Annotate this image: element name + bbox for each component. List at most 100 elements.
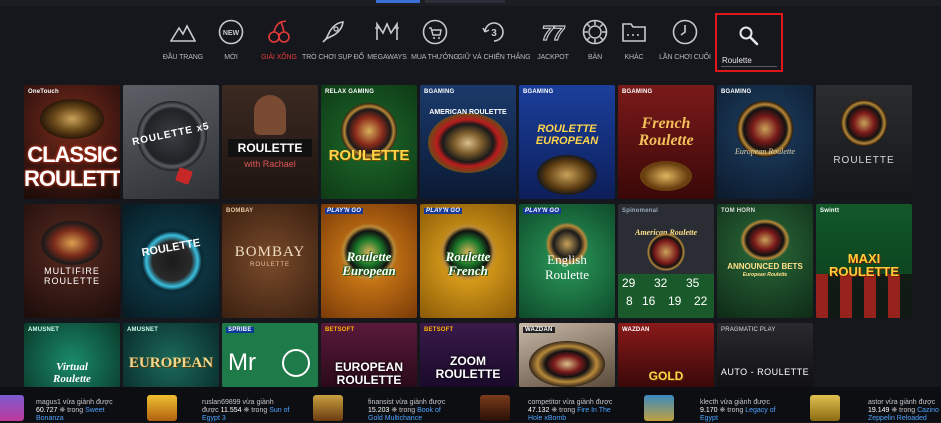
game-tile[interactable]: BGAMING ROULETTE EUROPEAN	[519, 85, 615, 199]
top-tab-indicator[interactable]	[376, 0, 420, 3]
board-number: 22	[694, 294, 708, 308]
game-subtitle: ROULETTE	[249, 262, 290, 268]
ticker-game-thumb[interactable]	[644, 395, 674, 421]
search-panel[interactable]	[715, 13, 783, 72]
game-title: ANNOUNCED BETS	[727, 262, 803, 271]
roulette-wheel-image	[40, 220, 104, 266]
ticker-amount: 11.554	[220, 407, 242, 414]
game-tile[interactable]: ROULETTE with Rachael	[222, 85, 318, 199]
ticker-mid: trong	[557, 407, 578, 414]
game-tile[interactable]: Swintt MAXI ROULETTE	[816, 204, 912, 318]
game-tile[interactable]: BGAMING French Roulette	[618, 85, 714, 199]
game-title: ROULETTE	[833, 155, 895, 166]
game-tile[interactable]: AMUSNET EUROPEAN	[123, 323, 219, 387]
ticker-win: klecth vừa giành được 9.170 ❋ trong Lega…	[700, 399, 776, 423]
number-board: 29 32 35 8 16 19 22	[618, 274, 714, 318]
game-tile[interactable]: ROULETTE	[816, 85, 912, 199]
nav-item-label: JACKPOT	[537, 54, 569, 61]
game-tile[interactable]: BGAMING AMERICAN ROULETTE	[420, 85, 516, 199]
search-icon[interactable]	[738, 25, 760, 52]
game-tile[interactable]: OneTouch CLASSIC ROULETTE	[24, 85, 120, 199]
ticker-game-link[interactable]: Fire In The	[577, 407, 611, 414]
ticker-game-thumb[interactable]	[810, 395, 840, 421]
game-brand: OneTouch	[28, 89, 59, 95]
game-tile[interactable]: PLAY'N GO Roulette French	[420, 204, 516, 318]
board-number: 8	[626, 294, 633, 308]
game-tile[interactable]: PRAGMATIC PLAY AUTO - ROULETTE	[717, 323, 813, 387]
game-tile[interactable]: MULTIFIRE ROULETTE	[24, 204, 120, 318]
folder-icon	[620, 18, 648, 46]
search-input[interactable]	[721, 55, 777, 67]
game-tile[interactable]: WAZDAN GOLD	[618, 323, 714, 387]
game-tile[interactable]: BGAMING European Roulette	[717, 85, 813, 199]
dice-image	[175, 167, 193, 185]
winners-ticker: magus1 vừa giành được 60.727 ❋ trong Swe…	[0, 387, 941, 422]
game-title: GOLD	[648, 369, 684, 383]
ticker-game-thumb[interactable]	[0, 395, 24, 421]
ticker-game-thumb[interactable]	[480, 395, 510, 421]
ticker-line: finansist vừa giành được	[368, 399, 446, 406]
game-brand: BOMBAY	[226, 208, 254, 214]
nav-item-label: GIẢI XỔNG	[261, 54, 297, 61]
game-tile[interactable]: ROULETTE	[123, 204, 219, 318]
nav-item-label: LẦN CHƠI CUỐI	[659, 54, 711, 61]
nav-item-megaways[interactable]: MEGAWAYS	[364, 18, 410, 70]
nav-item-hold-and-win[interactable]: 3 GIỮ VÀ CHIẾN THẮNG	[457, 18, 531, 70]
nav-item-label: GIỮ VÀ CHIẾN THẮNG	[457, 54, 531, 61]
ticker-game-link[interactable]: Legacy of	[745, 407, 775, 414]
ticker-win: ruslan69899 vừa giành được 11.554 ❋ tron…	[202, 399, 289, 423]
nav-item-table[interactable]: BÀN	[578, 18, 612, 70]
game-tile[interactable]: PLAY'N GO Roulette European	[321, 204, 417, 318]
game-tile[interactable]: AMUSNET Virtual Roulette	[24, 323, 120, 387]
ticker-mid: trong	[725, 407, 746, 414]
game-tile[interactable]: BETSOFT ZOOM ROULETTE	[420, 323, 516, 387]
ticker-win: astor vừa giành được 19.149 ❋ trong Cazi…	[868, 399, 939, 423]
roulette-wheel-image	[40, 99, 104, 139]
game-tile[interactable]: ROULETTE x5	[123, 85, 219, 199]
game-tile[interactable]: WAZDAN	[519, 323, 615, 387]
ticker-game-link[interactable]: Book of	[417, 407, 441, 414]
megaways-icon	[373, 18, 401, 46]
game-tile[interactable]: PLAY'N GO English Roulette	[519, 204, 615, 318]
game-title: ROULETTE	[237, 141, 303, 155]
ticker-amount: 15.203	[368, 407, 390, 414]
game-title: ROULETTE EUROPEAN	[535, 123, 599, 147]
nav-item-crash[interactable]: TRÒ CHƠI SỤP ĐỔ	[302, 18, 364, 70]
game-title: English Roulette	[544, 252, 590, 282]
nav-item-other[interactable]: KHÁC	[614, 18, 654, 70]
nav-item-label: ĐẦU TRANG	[162, 54, 204, 61]
game-tile[interactable]: Spinomenal American Roulette 29 32 35 8 …	[618, 204, 714, 318]
ticker-game-link[interactable]: Cazino	[917, 407, 939, 414]
game-tile[interactable]: BOMBAY BOMBAY ROULETTE	[222, 204, 318, 318]
game-brand: BETSOFT	[325, 327, 355, 333]
roulette-wheel-image	[537, 155, 597, 195]
top-tab-indicator-2[interactable]	[425, 0, 505, 3]
ticker-game-link[interactable]: Sweet	[85, 407, 104, 414]
nav-item-jackpot[interactable]: 77 JACKPOT	[530, 18, 576, 70]
game-tile[interactable]: RELAX GAMING ROULETTE	[321, 85, 417, 199]
ticker-game-thumb[interactable]	[147, 395, 177, 421]
board-number: 29	[622, 276, 636, 290]
ticker-win: competitor vừa giành được 47.132 ❋ trong…	[528, 399, 612, 423]
roulette-wheel-image	[428, 113, 508, 173]
dealer-portrait	[254, 95, 286, 135]
game-title: MULTIFIRE ROULETTE	[43, 266, 100, 286]
ticker-line: astor vừa giành được	[868, 399, 936, 406]
game-tile[interactable]: SPRIBE Mr	[222, 323, 318, 387]
nav-item-slots[interactable]: GIẢI XỔNG	[256, 18, 302, 70]
game-brand: PRAGMATIC PLAY	[721, 327, 776, 333]
game-brand: AMUSNET	[127, 327, 159, 333]
ticker-amount: 9.170	[700, 407, 718, 414]
nav-item-new[interactable]: NEW MỚI	[208, 18, 254, 70]
ticker-game-thumb[interactable]	[313, 395, 343, 421]
game-title: AMERICAN ROULETTE	[429, 109, 507, 116]
nav-item-top[interactable]: ĐẦU TRANG	[160, 18, 206, 70]
game-tile[interactable]: TOM HORN ANNOUNCED BETS European Roulett…	[717, 204, 813, 318]
game-brand: BGAMING	[424, 89, 455, 95]
game-brand: PLAY'N GO	[424, 208, 463, 214]
nav-item-bonus-buy[interactable]: MUA THƯỞNG	[411, 18, 459, 70]
nav-item-recent[interactable]: LẦN CHƠI CUỐI	[656, 18, 714, 70]
game-tile[interactable]: BETSOFT EUROPEAN ROULETTE	[321, 323, 417, 387]
ticker-game-link[interactable]: Sun of	[269, 407, 289, 414]
game-title: AUTO - ROULETTE	[720, 367, 810, 377]
